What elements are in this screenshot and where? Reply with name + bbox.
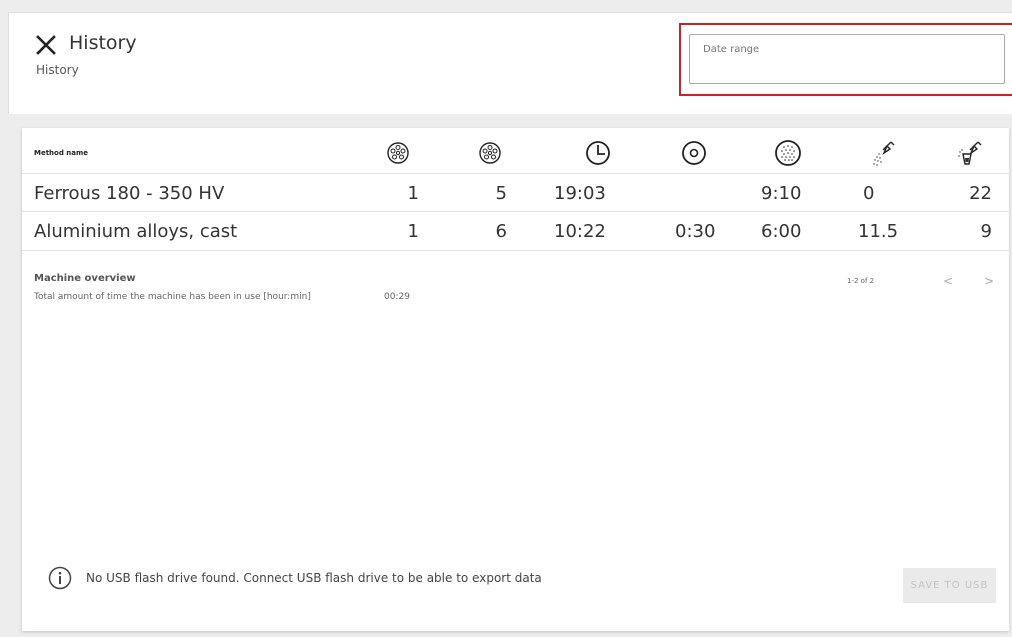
sample-holder-icon	[476, 138, 504, 168]
table-cell: 9	[980, 221, 992, 242]
page-subtitle: History	[36, 63, 79, 77]
history-card: Method name Ferrous 180 - 350 HV 1 5 19:…	[22, 128, 1009, 631]
usb-status-message: No USB flash drive found. Connect USB fl…	[86, 571, 542, 585]
clock-icon	[584, 138, 612, 168]
machine-overview-title: Machine overview	[34, 273, 136, 284]
spray-nozzle-icon	[869, 138, 897, 168]
pagination-range: 1-2 of 2	[847, 277, 875, 285]
close-icon[interactable]	[35, 34, 57, 56]
table-cell: 9:10	[761, 183, 802, 204]
dotted-disc-icon	[774, 138, 802, 168]
spray-bottle-icon	[955, 138, 983, 168]
prev-page-button[interactable]: <	[943, 274, 953, 288]
table-cell: 22	[969, 183, 992, 204]
machine-overview-value: 00:29	[384, 292, 410, 302]
table-cell: 1	[407, 183, 419, 204]
method-name-header: Method name	[34, 149, 89, 157]
table-cell: 0:30	[675, 221, 716, 242]
next-page-button[interactable]: >	[984, 274, 994, 288]
disc-icon	[680, 138, 708, 168]
info-icon	[48, 566, 72, 590]
table-cell: 1	[407, 221, 419, 242]
method-name-cell: Ferrous 180 - 350 HV	[34, 183, 225, 204]
table-cell: 10:22	[554, 221, 606, 242]
method-name-cell: Aluminium alloys, cast	[34, 221, 238, 242]
sample-holder-icon	[384, 138, 412, 168]
save-to-usb-button[interactable]: SAVE TO USB	[903, 568, 996, 603]
date-range-label: Date range	[703, 44, 760, 55]
table-cell: 19:03	[554, 183, 606, 204]
table-cell: 5	[495, 183, 507, 204]
row-divider	[22, 250, 1009, 251]
table-cell: 6	[495, 221, 507, 242]
row-divider	[22, 173, 1009, 174]
table-cell: 0	[863, 183, 875, 204]
machine-overview-description: Total amount of time the machine has bee…	[34, 292, 311, 302]
table-cell: 6:00	[761, 221, 802, 242]
row-divider	[22, 211, 1009, 212]
header-panel: History History Date range	[8, 12, 1012, 114]
date-range-field[interactable]: Date range	[689, 34, 1005, 84]
table-cell: 11.5	[858, 221, 899, 242]
page-title: History	[69, 32, 137, 54]
